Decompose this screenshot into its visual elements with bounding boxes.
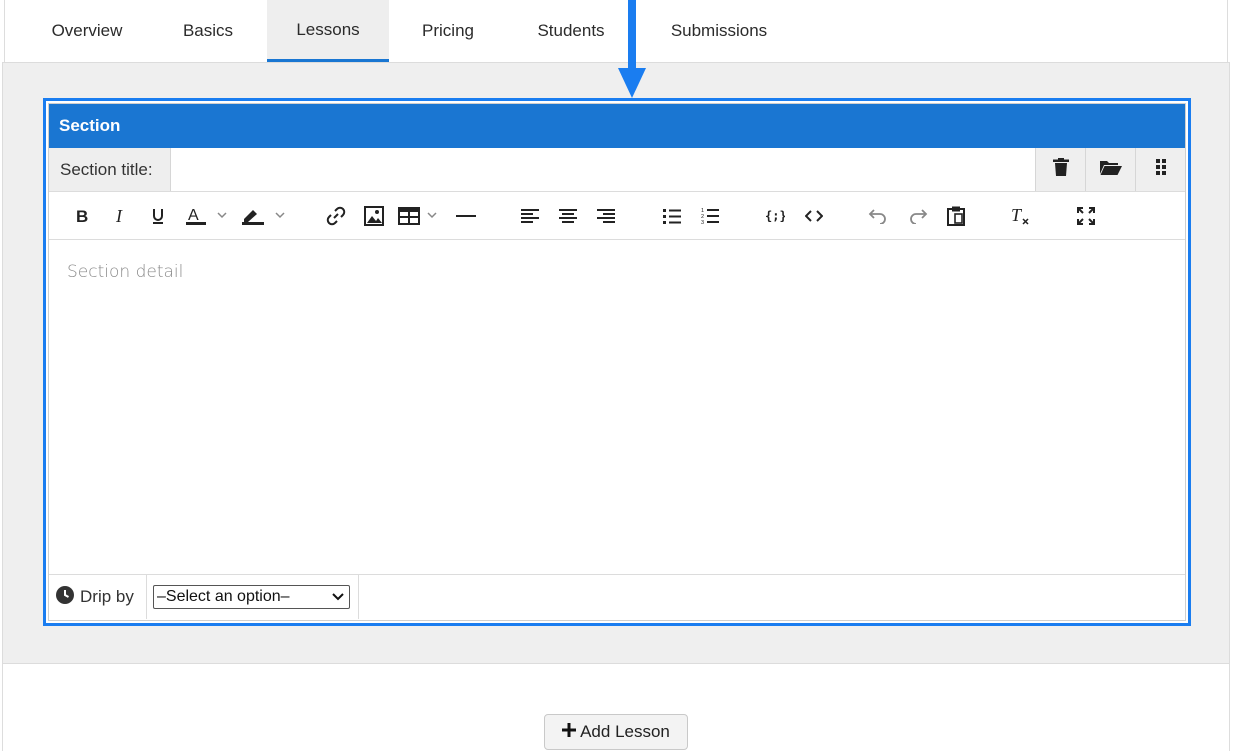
- tab-overview-label: Overview: [51, 21, 123, 40]
- editor-toolbar: B I A 123 {;} T: [49, 192, 1185, 240]
- section-header: Section: [49, 104, 1185, 148]
- trash-icon: [1052, 158, 1069, 181]
- tab-students[interactable]: Students: [513, 0, 629, 62]
- redo-button[interactable]: [903, 192, 933, 240]
- editor-placeholder: Section detail: [67, 262, 184, 282]
- fullscreen-icon: [1077, 207, 1095, 225]
- drag-handle-icon: [1155, 159, 1166, 180]
- section-title-row: Section title:: [49, 148, 1185, 192]
- underline-icon: [151, 207, 165, 225]
- link-icon: [326, 206, 346, 226]
- delete-section-button[interactable]: [1035, 148, 1085, 191]
- undo-icon: [868, 208, 888, 224]
- tab-basics[interactable]: Basics: [155, 0, 261, 62]
- plus-icon: [562, 722, 577, 742]
- align-right-icon: [597, 209, 615, 223]
- italic-button[interactable]: I: [107, 192, 133, 240]
- undo-button[interactable]: [863, 192, 893, 240]
- tab-basics-label: Basics: [182, 21, 234, 40]
- tab-lessons[interactable]: Lessons: [267, 0, 389, 62]
- italic-icon: I: [114, 208, 126, 224]
- insert-table-button[interactable]: [397, 192, 443, 240]
- arrow-indicator-icon: [618, 0, 646, 98]
- section-title-input[interactable]: [171, 148, 1035, 191]
- text-color-icon: A: [184, 206, 230, 226]
- align-center-button[interactable]: [553, 192, 583, 240]
- svg-text:A: A: [188, 207, 199, 224]
- code-sample-button[interactable]: {;}: [759, 192, 791, 240]
- drip-row: Drip by –Select an option–: [49, 575, 1185, 619]
- code-icon: [805, 210, 823, 222]
- svg-text:{;}: {;}: [765, 209, 785, 223]
- chevron-down-icon: [332, 588, 344, 606]
- horizontal-rule-button[interactable]: [451, 192, 481, 240]
- drip-select-value: –Select an option–: [157, 588, 290, 605]
- tab-students-label: Students: [537, 21, 605, 40]
- clear-formatting-button[interactable]: T: [1005, 192, 1035, 240]
- svg-text:B: B: [76, 208, 88, 224]
- svg-text:3: 3: [701, 220, 704, 225]
- tab-submissions[interactable]: Submissions: [649, 0, 789, 62]
- numbered-list-icon: 123: [701, 207, 719, 225]
- numbered-list-button[interactable]: 123: [695, 192, 725, 240]
- align-center-icon: [559, 209, 577, 223]
- align-right-button[interactable]: [591, 192, 621, 240]
- source-code-button[interactable]: [799, 192, 829, 240]
- align-left-button[interactable]: [515, 192, 545, 240]
- image-icon: [364, 206, 384, 226]
- horizontal-line-icon: [456, 214, 476, 218]
- table-icon: [398, 207, 442, 225]
- drip-select-cell: –Select an option–: [147, 575, 359, 619]
- folder-open-icon: [1099, 159, 1122, 180]
- insert-link-button[interactable]: [321, 192, 351, 240]
- underline-button[interactable]: [145, 192, 171, 240]
- highlight-color-button[interactable]: [239, 192, 291, 240]
- drip-label-text: Drip by: [80, 587, 134, 606]
- section-card: Section Section title: B I A 1 2 3 {;} T…: [43, 98, 1191, 626]
- clock-icon: [56, 585, 74, 609]
- bold-icon: B: [75, 208, 89, 224]
- insert-image-button[interactable]: [359, 192, 389, 240]
- clear-format-icon: T: [1010, 206, 1030, 226]
- section-detail-editor[interactable]: Section detail: [49, 240, 1185, 575]
- code-braces-icon: {;}: [765, 209, 785, 223]
- drag-section-handle[interactable]: [1135, 148, 1185, 191]
- section-title-label: Section title:: [49, 148, 171, 191]
- highlighter-icon: [240, 206, 290, 226]
- clipboard-icon: [947, 206, 965, 226]
- svg-text:I: I: [115, 208, 123, 224]
- open-section-button[interactable]: [1085, 148, 1135, 191]
- add-lesson-button[interactable]: Add Lesson: [544, 714, 688, 750]
- drip-select[interactable]: –Select an option–: [153, 585, 350, 609]
- fullscreen-button[interactable]: [1071, 192, 1101, 240]
- align-left-icon: [521, 209, 539, 223]
- bold-button[interactable]: B: [69, 192, 95, 240]
- text-color-button[interactable]: A: [183, 192, 231, 240]
- bullet-list-icon: [663, 208, 681, 224]
- tab-pricing[interactable]: Pricing: [395, 0, 501, 62]
- paste-button[interactable]: [941, 192, 971, 240]
- svg-text:T: T: [1011, 206, 1023, 225]
- tab-lessons-label: Lessons: [296, 19, 360, 39]
- redo-icon: [908, 208, 928, 224]
- drip-label: Drip by: [49, 575, 147, 619]
- add-lesson-label: Add Lesson: [580, 722, 670, 741]
- tab-overview[interactable]: Overview: [31, 0, 143, 62]
- section-header-label: Section: [59, 116, 121, 135]
- tab-submissions-label: Submissions: [670, 21, 768, 40]
- bullet-list-button[interactable]: [657, 192, 687, 240]
- tab-pricing-label: Pricing: [422, 21, 474, 40]
